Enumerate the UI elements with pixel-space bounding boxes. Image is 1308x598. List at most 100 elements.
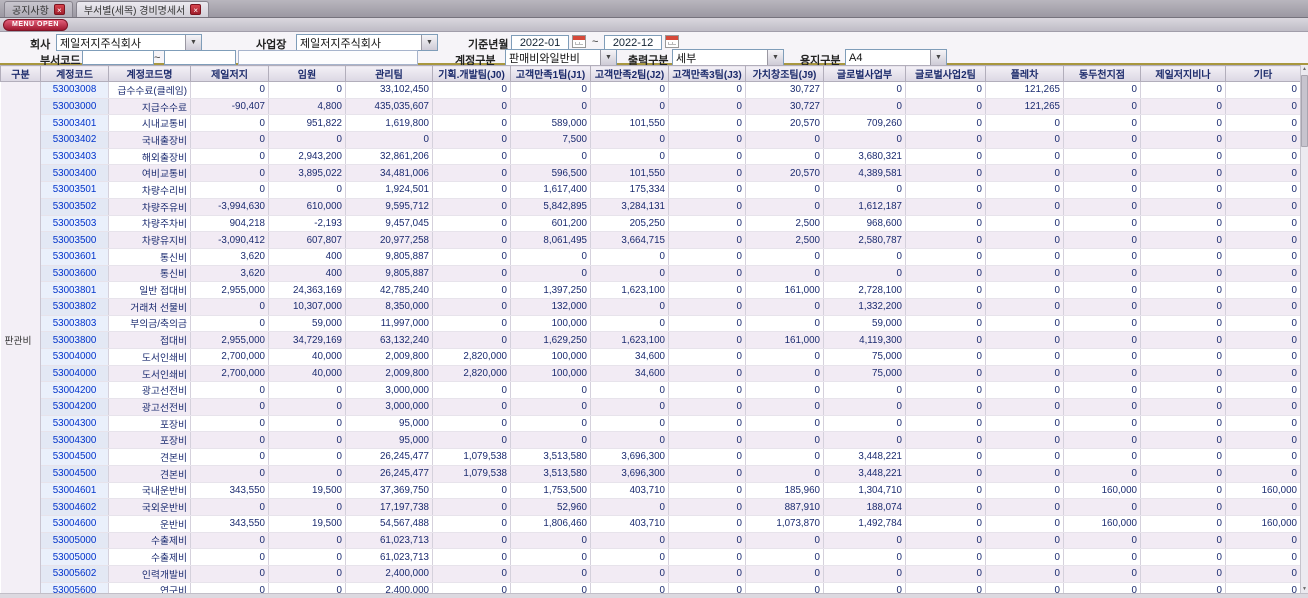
value-cell[interactable]: 160,000 — [1225, 482, 1300, 500]
close-icon[interactable]: × — [190, 4, 202, 15]
value-cell[interactable]: 0 — [190, 448, 269, 466]
value-cell[interactable]: 3,620 — [190, 265, 269, 283]
value-cell[interactable]: 0 — [1140, 448, 1226, 466]
value-cell[interactable]: 0 — [745, 431, 824, 450]
account-name-cell[interactable]: 도서인쇄비 — [108, 348, 191, 366]
value-cell[interactable]: 0 — [745, 265, 824, 283]
value-cell[interactable]: 0 — [190, 431, 269, 450]
value-cell[interactable]: 0 — [1225, 331, 1300, 349]
value-cell[interactable]: 0 — [268, 548, 346, 566]
value-cell[interactable]: 0 — [823, 181, 906, 199]
value-cell[interactable]: 589,000 — [510, 114, 591, 133]
value-cell[interactable]: 0 — [1140, 431, 1226, 450]
value-cell[interactable]: 2,728,100 — [823, 281, 906, 299]
value-cell[interactable]: 0 — [1225, 131, 1300, 149]
tab-notice[interactable]: 공지사항 × — [4, 1, 73, 17]
value-cell[interactable]: 0 — [590, 248, 669, 266]
value-cell[interactable]: 0 — [590, 131, 669, 149]
value-cell[interactable]: 19,500 — [268, 482, 346, 500]
value-cell[interactable]: 32,861,206 — [345, 148, 433, 166]
value-cell[interactable]: 0 — [510, 148, 591, 166]
value-cell[interactable]: 0 — [1063, 231, 1141, 249]
account-code-cell[interactable]: 53003601 — [40, 248, 109, 266]
value-cell[interactable]: 0 — [745, 548, 824, 566]
value-cell[interactable]: 0 — [1225, 298, 1300, 316]
value-cell[interactable]: 2,955,000 — [190, 331, 269, 349]
value-cell[interactable]: 20,570 — [745, 164, 824, 183]
period-from-input[interactable] — [511, 35, 569, 50]
value-cell[interactable]: 0 — [1225, 114, 1300, 133]
account-code-cell[interactable]: 53003401 — [40, 114, 109, 133]
account-name-cell[interactable]: 수출제비 — [108, 548, 191, 566]
account-name-cell[interactable]: 인력개발비 — [108, 565, 191, 583]
value-cell[interactable]: 0 — [1063, 498, 1141, 516]
account-name-cell[interactable]: 국내출장비 — [108, 131, 191, 149]
value-cell[interactable]: 0 — [1063, 381, 1141, 400]
table-row[interactable]: 53004200 광고선전비 0 0 3,000,000 0 0 0 0 0 0 0 0 0 0 0 — [1, 398, 1300, 416]
value-cell[interactable]: 2,500 — [745, 231, 824, 249]
value-cell[interactable]: 0 — [823, 431, 906, 450]
value-cell[interactable]: 0 — [268, 415, 346, 433]
value-cell[interactable]: 0 — [823, 548, 906, 566]
paper-type-select[interactable]: A4 ▼ — [845, 49, 947, 66]
value-cell[interactable]: 0 — [1063, 265, 1141, 283]
tab-expense-report[interactable]: 부서별(세목) 경비명세서 × — [75, 1, 210, 17]
value-cell[interactable]: 0 — [590, 431, 669, 450]
value-cell[interactable]: 0 — [432, 398, 511, 416]
value-cell[interactable]: 0 — [1140, 114, 1226, 133]
value-cell[interactable]: 0 — [1140, 365, 1226, 383]
value-cell[interactable]: 0 — [1063, 164, 1141, 183]
account-code-cell[interactable]: 53004000 — [40, 365, 109, 383]
value-cell[interactable]: 0 — [510, 548, 591, 566]
value-cell[interactable]: 26,245,477 — [345, 465, 433, 483]
value-cell[interactable]: 30,727 — [745, 81, 824, 99]
value-cell[interactable]: 0 — [1225, 448, 1300, 466]
value-cell[interactable]: 2,943,200 — [268, 148, 346, 166]
value-cell[interactable]: 0 — [590, 98, 669, 116]
value-cell[interactable]: 5,842,895 — [510, 198, 591, 216]
value-cell[interactable]: 37,369,750 — [345, 482, 433, 500]
horizontal-scrollbar[interactable] — [0, 593, 1308, 598]
account-code-cell[interactable]: 53003800 — [40, 331, 109, 349]
dept-from-input[interactable] — [82, 50, 154, 65]
value-cell[interactable]: 0 — [510, 381, 591, 400]
value-cell[interactable]: 0 — [1063, 548, 1141, 566]
value-cell[interactable]: 0 — [1225, 348, 1300, 366]
value-cell[interactable]: 0 — [905, 148, 986, 166]
account-code-cell[interactable]: 53004000 — [40, 348, 109, 366]
table-row[interactable]: 53003800 접대비 2,955,000 34,729,169 63,132,240… — [1, 331, 1300, 349]
account-code-cell[interactable]: 53003501 — [40, 181, 109, 199]
value-cell[interactable]: 0 — [1225, 398, 1300, 416]
account-code-cell[interactable]: 53004600 — [40, 515, 109, 533]
value-cell[interactable]: 0 — [985, 298, 1064, 316]
value-cell[interactable]: 0 — [985, 381, 1064, 400]
value-cell[interactable]: 0 — [1140, 398, 1226, 416]
value-cell[interactable]: 0 — [905, 365, 986, 383]
value-cell[interactable]: 0 — [1140, 198, 1226, 216]
account-type-select[interactable]: 판매비와일반비 ▼ — [505, 49, 617, 66]
value-cell[interactable]: 0 — [1063, 298, 1141, 316]
value-cell[interactable]: 0 — [905, 315, 986, 333]
account-code-cell[interactable]: 53003400 — [40, 164, 109, 183]
value-cell[interactable]: 61,023,713 — [345, 532, 433, 550]
value-cell[interactable]: 0 — [985, 398, 1064, 416]
value-cell[interactable]: 175,334 — [590, 181, 669, 199]
value-cell[interactable]: 95,000 — [345, 431, 433, 450]
value-cell[interactable]: 0 — [985, 448, 1064, 466]
value-cell[interactable]: 0 — [190, 298, 269, 316]
value-cell[interactable]: 2,009,800 — [345, 348, 433, 366]
value-cell[interactable]: 0 — [1063, 215, 1141, 233]
table-row[interactable]: 53003601 통신비 3,620 400 9,805,887 0 0 0 0 0 0 0 0 0 0 0 — [1, 248, 1300, 266]
value-cell[interactable]: 0 — [905, 114, 986, 133]
value-cell[interactable]: 1,619,800 — [345, 114, 433, 133]
account-code-cell[interactable]: 53003801 — [40, 281, 109, 299]
value-cell[interactable]: 0 — [745, 448, 824, 466]
value-cell[interactable]: 0 — [668, 465, 746, 483]
value-cell[interactable]: 0 — [190, 164, 269, 183]
value-cell[interactable]: 0 — [432, 565, 511, 583]
account-name-cell[interactable]: 급수수료(클레임) — [108, 81, 191, 99]
value-cell[interactable]: 0 — [905, 398, 986, 416]
account-code-cell[interactable]: 53003403 — [40, 148, 109, 166]
value-cell[interactable]: 0 — [1225, 465, 1300, 483]
value-cell[interactable]: 0 — [190, 465, 269, 483]
